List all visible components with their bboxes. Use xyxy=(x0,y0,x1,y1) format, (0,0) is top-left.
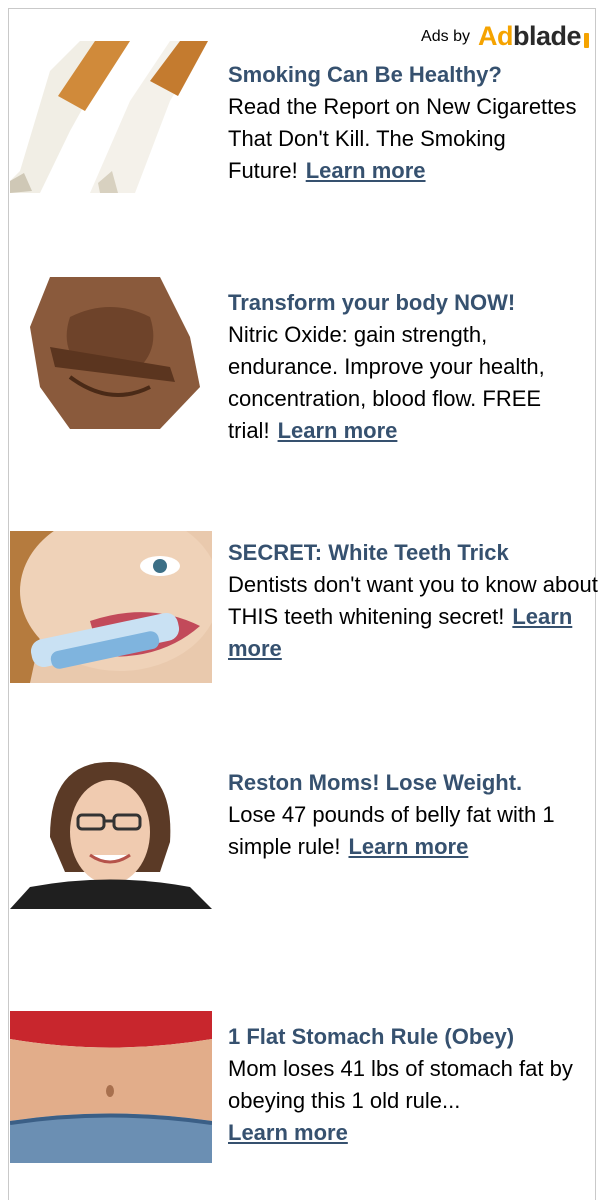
ad-headline-link[interactable]: Transform your body NOW! xyxy=(228,287,598,319)
ad-headline-link[interactable]: Smoking Can Be Healthy? xyxy=(228,59,598,91)
learn-more-link[interactable]: Learn more xyxy=(228,1120,348,1145)
ad-text: 1 Flat Stomach Rule (Obey) Mom loses 41 … xyxy=(228,1021,598,1149)
ad-thumbnail-flat-stomach-icon[interactable] xyxy=(10,1011,212,1163)
ads-by-header[interactable]: Ads by Ad blade xyxy=(421,23,589,50)
ad-body: Dentists don't want you to know about TH… xyxy=(228,569,598,665)
ad-body-text: Mom loses 41 lbs of stomach fat by obeyi… xyxy=(228,1056,573,1113)
learn-more-link[interactable]: Learn more xyxy=(348,834,468,859)
ad-thumbnail-cigarettes-icon[interactable] xyxy=(10,41,212,193)
ad-headline-link[interactable]: Reston Moms! Lose Weight. xyxy=(228,767,598,799)
ad-body: Lose 47 pounds of belly fat with 1 simpl… xyxy=(228,799,598,863)
ad-text: Reston Moms! Lose Weight. Lose 47 pounds… xyxy=(228,767,598,863)
ads-by-label: Ads by xyxy=(421,27,470,45)
learn-more-link[interactable]: Learn more xyxy=(278,418,398,443)
logo-blade-text: blade xyxy=(512,21,582,51)
ad-body: Nitric Oxide: gain strength, endurance. … xyxy=(228,319,598,447)
ad-widget: Ads by Ad blade Smoking Can Be Healthy? R… xyxy=(8,8,598,1200)
ad-text: SECRET: White Teeth Trick Dentists don't… xyxy=(228,537,598,665)
learn-more-link[interactable]: Learn more xyxy=(306,158,426,183)
ad-thumbnail-woman-portrait-icon[interactable] xyxy=(10,757,212,909)
ad-text: Smoking Can Be Healthy? Read the Report … xyxy=(228,59,598,187)
adblade-logo[interactable]: Ad blade xyxy=(478,23,589,50)
ad-text: Transform your body NOW! Nitric Oxide: g… xyxy=(228,287,598,447)
ad-body: Read the Report on New Cigarettes That D… xyxy=(228,91,598,187)
logo-ad-text: Ad xyxy=(477,21,514,51)
ad-headline-link[interactable]: SECRET: White Teeth Trick xyxy=(228,537,598,569)
ad-thumbnail-torso-icon[interactable] xyxy=(10,277,212,429)
ad-body: Mom loses 41 lbs of stomach fat by obeyi… xyxy=(228,1053,598,1149)
logo-mark-icon xyxy=(584,33,589,48)
ad-headline-link[interactable]: 1 Flat Stomach Rule (Obey) xyxy=(228,1021,598,1053)
ad-thumbnail-teeth-whitening-icon[interactable] xyxy=(10,531,212,683)
